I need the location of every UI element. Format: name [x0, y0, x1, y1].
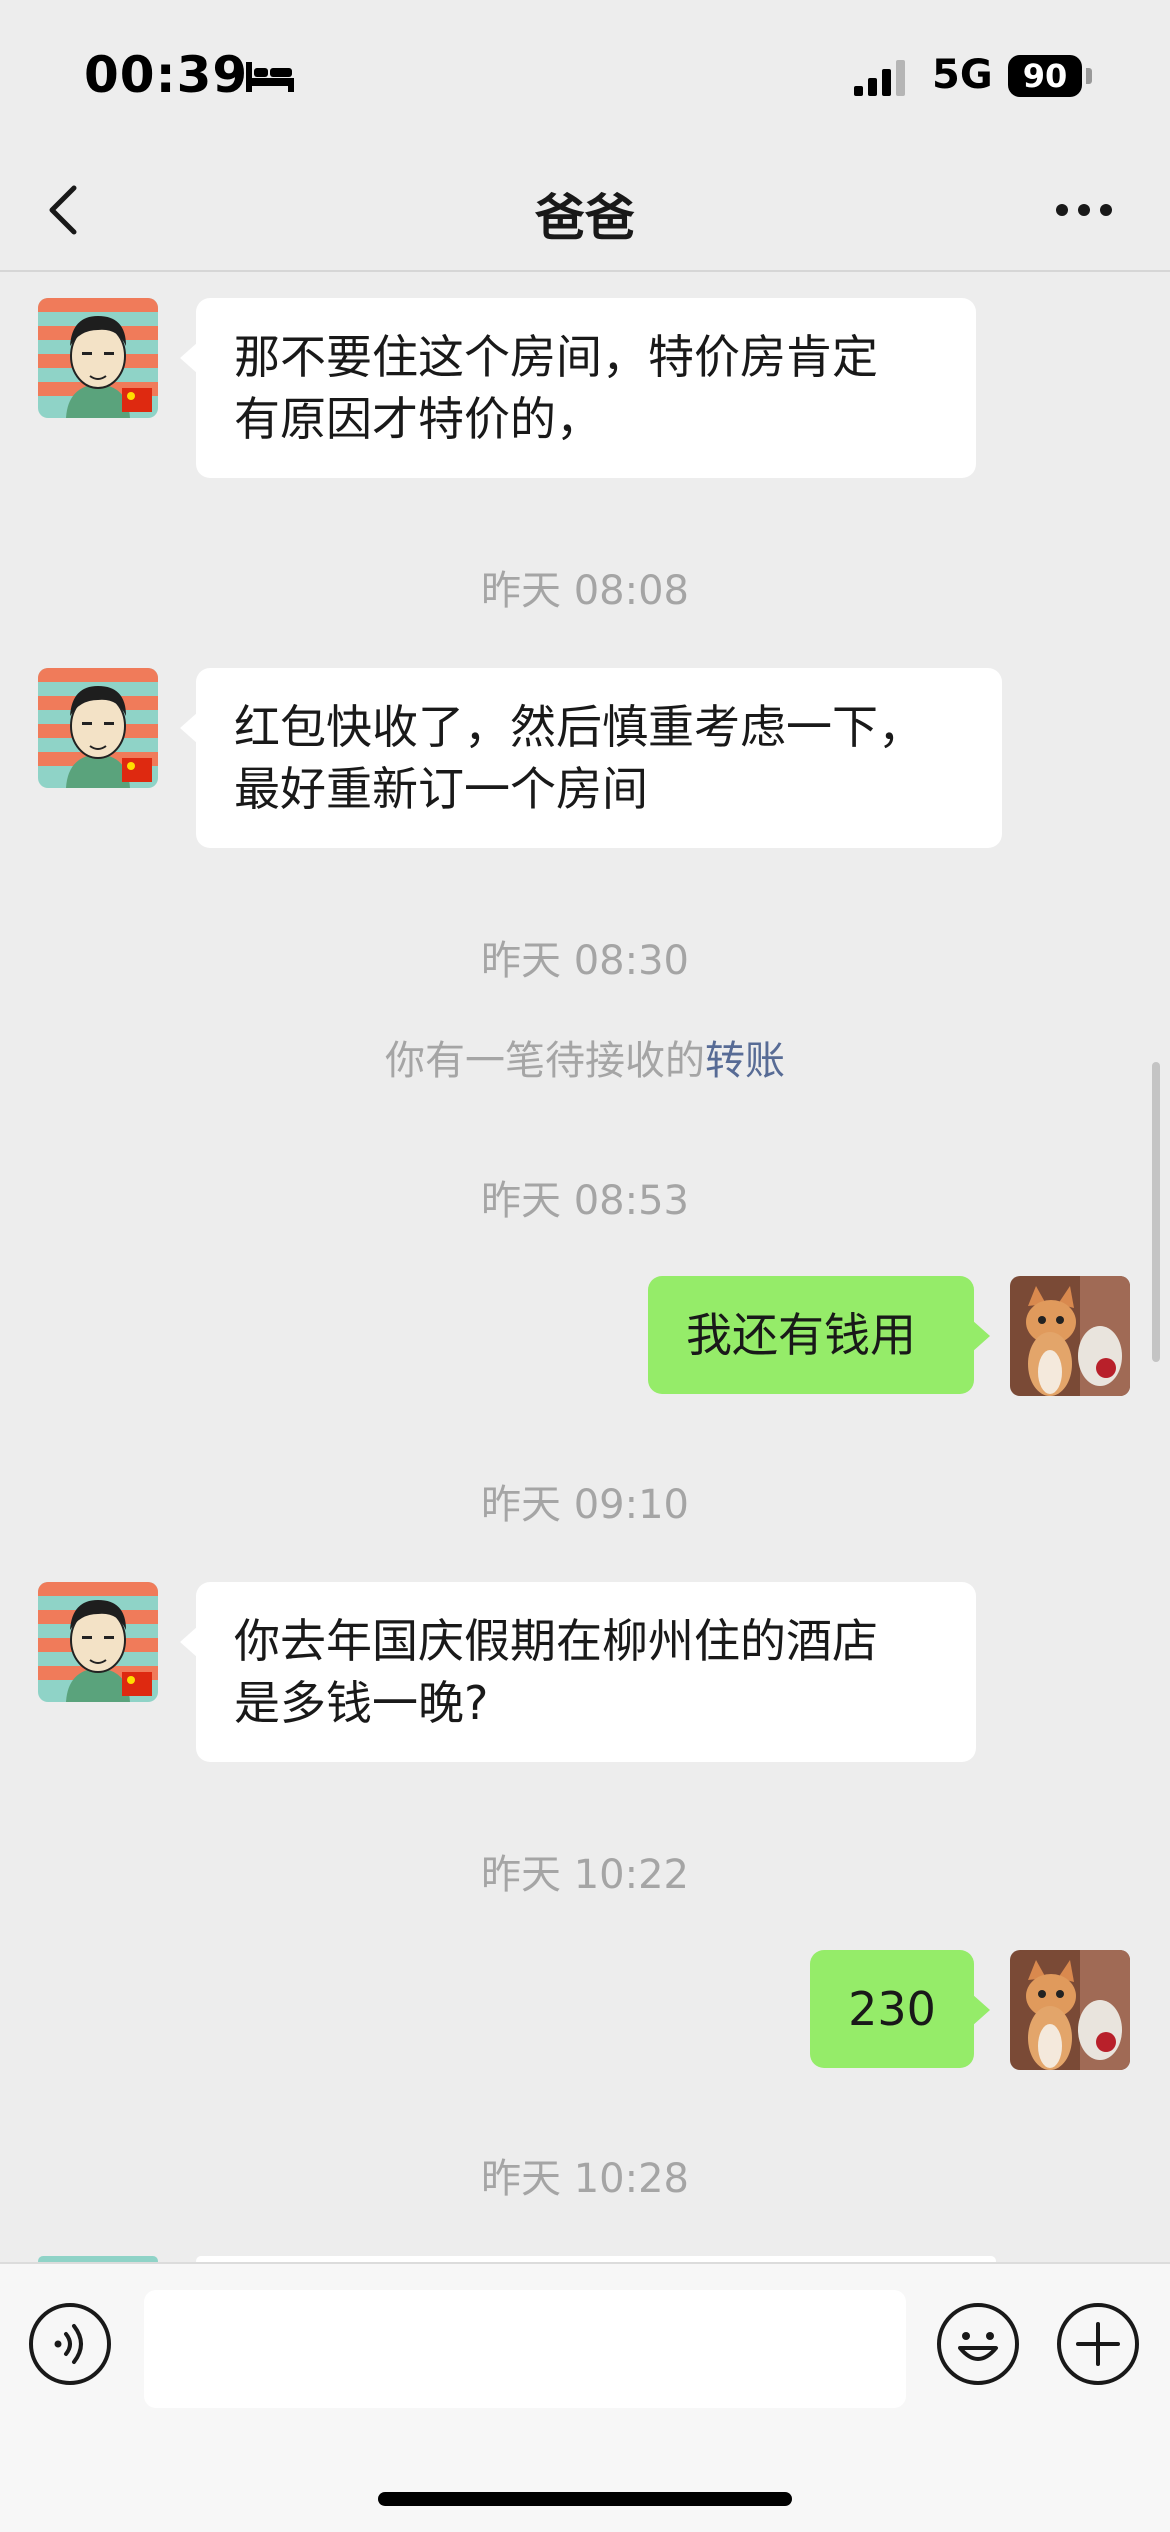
message-timestamp: 昨天 09:10 — [481, 1482, 689, 1528]
incoming-message-bubble[interactable]: 你去年国庆假期在柳州住的酒店 是多钱一晚? — [180, 1582, 976, 1762]
message-timestamp: 昨天 08:30 — [481, 938, 689, 984]
message-timestamp: 昨天 10:28 — [481, 2156, 689, 2202]
network-label: 5G — [932, 52, 993, 98]
more-dots-icon[interactable] — [1054, 202, 1114, 218]
status-time: 00:39 — [84, 46, 249, 104]
my-avatar[interactable] — [1010, 1950, 1130, 2070]
nav-bar: 爸爸 — [0, 150, 1170, 272]
my-avatar[interactable] — [1010, 1276, 1130, 1396]
chat-title: 爸爸 — [535, 189, 635, 247]
message-input[interactable] — [144, 2290, 906, 2408]
plus-icon[interactable] — [1056, 2302, 1140, 2386]
contact-avatar[interactable] — [38, 298, 158, 418]
message-timestamp: 昨天 10:22 — [481, 1852, 689, 1898]
chat-history[interactable]: 那不要住这个房间，特价房肯定 有原因才特价的， 昨天 08:08 红包快收了，然… — [0, 272, 1170, 2262]
transfer-link[interactable]: 转账 — [705, 1038, 785, 1084]
chat-screen: 00:39 5G 90 爸爸 那不要住这个房间，特价房肯定 有原因才特价的， 昨… — [0, 0, 1170, 2532]
transfer-notice: 你有一笔待接收的转账 — [0, 1028, 1170, 1086]
incoming-message-bubble[interactable]: 那不要住这个房间，特价房肯定 有原因才特价的， — [180, 298, 976, 478]
transfer-notice-text: 你有一笔待接收的 — [385, 1038, 705, 1084]
signal-icon — [854, 60, 905, 96]
voice-icon[interactable] — [28, 2302, 112, 2386]
home-indicator[interactable] — [378, 2492, 792, 2506]
outgoing-message-bubble[interactable]: 230 — [810, 1950, 990, 2068]
contact-avatar[interactable] — [38, 1582, 158, 1702]
incoming-message-bubble[interactable]: 红包快收了，然后慎重考虑一下， 最好重新订一个房间 — [180, 668, 1002, 848]
outgoing-message-bubble[interactable]: 我还有钱用 — [648, 1276, 990, 1394]
bed-icon — [246, 62, 294, 92]
battery-tip — [1086, 68, 1092, 84]
emoji-icon[interactable] — [936, 2302, 1020, 2386]
status-bar: 00:39 5G 90 — [0, 0, 1170, 150]
battery-indicator: 90 — [1008, 55, 1082, 97]
contact-avatar[interactable] — [38, 668, 158, 788]
message-timestamp: 昨天 08:53 — [481, 1178, 689, 1224]
message-timestamp: 昨天 08:08 — [481, 568, 689, 614]
scrollbar[interactable] — [1152, 1062, 1160, 1362]
